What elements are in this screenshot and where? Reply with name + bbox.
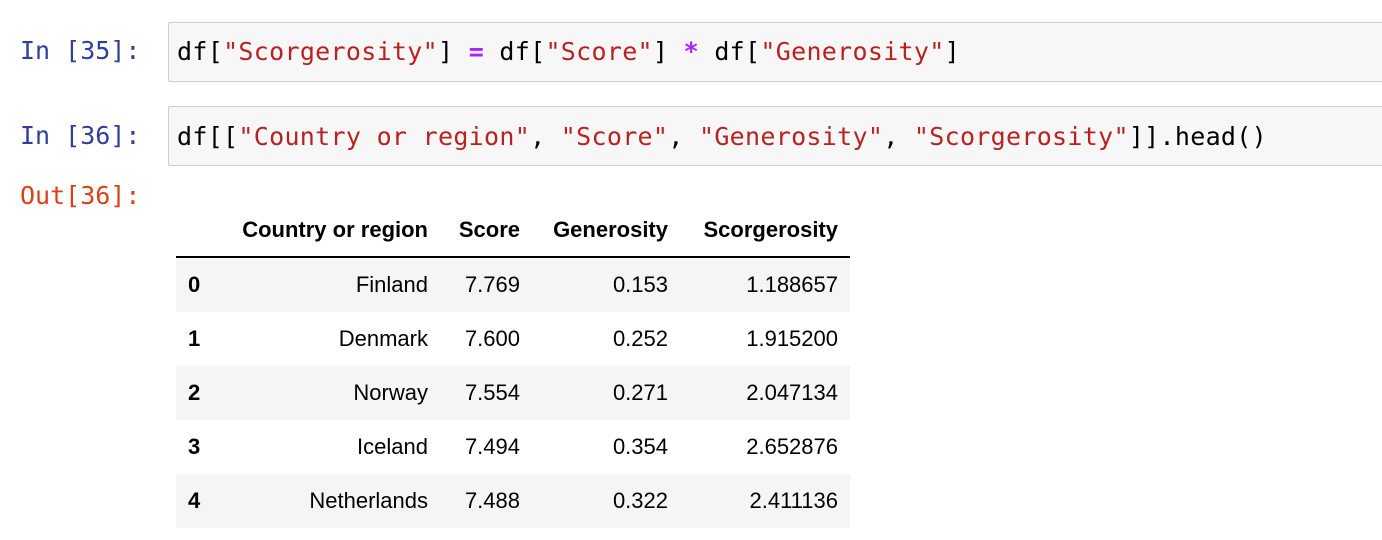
column-header-index [176,204,226,258]
code-token-op: = [468,37,485,66]
cell-score: 7.554 [464,380,520,405]
code-token-str: "Generosity" [760,37,945,66]
code-line-36: df[["Country or region", "Score", "Gener… [177,122,1267,151]
cell-generosity: 0.322 [612,488,668,513]
cell-scorgerosity: 2.411136 [749,488,839,513]
code-token-punc: , [668,122,699,151]
code-token-punc: ] [944,37,960,66]
table-row: 3 Iceland 7.494 0.354 2.652876 [176,420,850,474]
cell-scorgerosity: 1.188657 [746,272,838,297]
cell-generosity: 0.271 [612,380,668,405]
cell-generosity: 0.252 [612,326,668,351]
cell-scorgerosity: 1.915200 [746,326,838,351]
code-token-punc: ] [437,37,469,66]
input-prompt-36: In [36]: [20,121,141,150]
cell-generosity: 0.354 [612,434,668,459]
code-token-punc: ] [652,37,684,66]
code-token-punc: , [883,122,914,151]
row-index: 4 [188,488,201,513]
cell-generosity: 0.153 [612,272,668,297]
code-token-punc: df[ [484,37,546,66]
column-header-score: Score [440,204,532,258]
column-header-generosity: Generosity [532,204,680,258]
code-token-str: "Scorgerosity" [223,37,438,66]
code-token-punc: df[[ [177,122,239,151]
cell-country: Iceland [357,434,428,459]
column-header-country: Country or region [226,204,440,258]
cell-scorgerosity: 2.047134 [746,380,838,405]
input-prompt-35: In [35]: [20,36,141,65]
cell-scorgerosity: 2.652876 [746,434,838,459]
code-line-35: df["Scorgerosity"] = df["Score"] * df["G… [177,37,960,66]
code-token-str: "Scorgerosity" [913,122,1129,151]
dataframe-table: Country or region Score Generosity Scorg… [176,204,850,528]
row-index: 2 [188,380,201,405]
code-token-str: "Generosity" [698,122,884,151]
cell-score: 7.488 [464,488,520,513]
cell-country: Finland [355,272,428,297]
table-row: 2 Norway 7.554 0.271 2.047134 [176,366,850,420]
code-token-str: "Country or region" [238,122,531,151]
row-index: 0 [188,272,201,297]
cell-score: 7.600 [464,326,520,351]
table-row: 4 Netherlands 7.488 0.322 2.411136 [176,474,850,528]
code-token-punc: df[ [698,37,761,66]
table-row: 0 Finland 7.769 0.153 1.188657 [176,257,850,312]
cell-score: 7.494 [464,434,520,459]
row-index: 1 [188,326,201,351]
code-token-str: "Score" [560,122,669,151]
cell-country: Denmark [338,326,428,351]
cell-country: Norway [353,380,428,405]
code-token-op: * [683,37,699,66]
cell-country: Netherlands [309,488,428,513]
cell-score: 7.769 [464,272,520,297]
code-token-punc: ]].head() [1128,122,1267,151]
table-row: 1 Denmark 7.600 0.252 1.915200 [176,312,850,366]
code-token-punc: , [530,122,561,151]
table-header-row: Country or region Score Generosity Scorg… [176,204,850,258]
code-token-str: "Score" [545,37,653,66]
code-cell-35[interactable]: df["Scorgerosity"] = df["Score"] * df["G… [168,22,1382,82]
column-header-scorgerosity: Scorgerosity [680,204,850,258]
output-prompt-36: Out[36]: [20,181,141,210]
row-index: 3 [188,434,201,459]
code-token-punc: df[ [177,37,224,66]
code-cell-36[interactable]: df[["Country or region", "Score", "Gener… [168,106,1382,166]
